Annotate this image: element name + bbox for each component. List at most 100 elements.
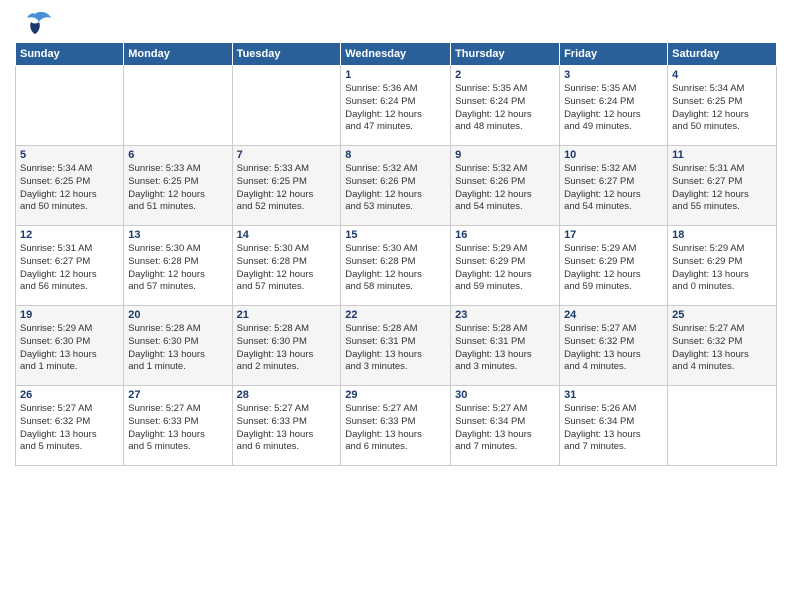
calendar-cell: 7Sunrise: 5:33 AM Sunset: 6:25 PM Daylig… [232,146,341,226]
calendar-cell: 16 Sunrise: 5:29 AM Sunset: 6:29 PM Dayli… [451,226,560,306]
day-info: Sunrise: 5:27 AM Sunset: 6:34 PM Dayligh… [455,403,555,454]
day-info: Sunrise: 5:36 AM Sunset: 6:24 PM Dayligh… [345,83,446,134]
day-number: 1 [345,69,446,81]
calendar-cell: 22Sunrise: 5:28 AM Sunset: 6:31 PM Dayli… [341,306,451,386]
calendar-cell: 18 Sunrise: 5:29 AM Sunset: 6:29 PM Dayli… [668,226,777,306]
day-info: Sunrise: 5:32 AM Sunset: 6:26 PM Dayligh… [345,163,446,214]
day-info: Sunrise: 5:34 AM Sunset: 6:25 PM Dayligh… [672,83,772,134]
day-number: 6 [128,149,227,161]
calendar-cell: 26 Sunrise: 5:27 AM Sunset: 6:32 PM Dayli… [16,386,124,466]
day-info: Sunrise: 5:27 AM Sunset: 6:33 PM Dayligh… [128,403,227,454]
day-number: 15 [345,229,446,241]
day-number: 19 [20,309,119,321]
day-number: 17 [564,229,663,241]
day-number: 25 [672,309,772,321]
day-number: 4 [672,69,772,81]
day-number: 13 [128,229,227,241]
calendar-cell: 14 Sunrise: 5:30 AM Sunset: 6:28 PM Dayli… [232,226,341,306]
day-number: 2 [455,69,555,81]
day-info: Sunrise: 5:27 AM Sunset: 6:33 PM Dayligh… [345,403,446,454]
calendar-cell: 24 Sunrise: 5:27 AM Sunset: 6:32 PM Dayli… [560,306,668,386]
day-number: 29 [345,389,446,401]
logo-bird-icon [19,10,51,38]
day-number: 18 [672,229,772,241]
calendar-cell: 21 Sunrise: 5:28 AM Sunset: 6:30 PM Dayli… [232,306,341,386]
calendar-cell: 19 Sunrise: 5:29 AM Sunset: 6:30 PM Dayli… [16,306,124,386]
day-info: Sunrise: 5:27 AM Sunset: 6:32 PM Dayligh… [20,403,119,454]
calendar-cell: 12Sunrise: 5:31 AM Sunset: 6:27 PM Dayli… [16,226,124,306]
weekday-header-monday: Monday [124,43,232,66]
calendar-cell: 1 Sunrise: 5:36 AM Sunset: 6:24 PM Daylig… [341,66,451,146]
weekday-header-tuesday: Tuesday [232,43,341,66]
calendar-cell: 3Sunrise: 5:35 AM Sunset: 6:24 PM Daylig… [560,66,668,146]
day-number: 31 [564,389,663,401]
day-info: Sunrise: 5:30 AM Sunset: 6:28 PM Dayligh… [128,243,227,294]
calendar-cell: 28 Sunrise: 5:27 AM Sunset: 6:33 PM Dayli… [232,386,341,466]
calendar-cell: 5 Sunrise: 5:34 AM Sunset: 6:25 PM Daylig… [16,146,124,226]
weekday-header-sunday: Sunday [16,43,124,66]
calendar-cell: 13 Sunrise: 5:30 AM Sunset: 6:28 PM Dayli… [124,226,232,306]
weekday-header-thursday: Thursday [451,43,560,66]
day-number: 28 [237,389,337,401]
header [15,10,777,38]
weekday-header-saturday: Saturday [668,43,777,66]
day-number: 5 [20,149,119,161]
calendar-cell: 31 Sunrise: 5:26 AM Sunset: 6:34 PM Dayli… [560,386,668,466]
day-number: 26 [20,389,119,401]
calendar-cell: 11 Sunrise: 5:31 AM Sunset: 6:27 PM Dayli… [668,146,777,226]
weekday-header-friday: Friday [560,43,668,66]
day-number: 10 [564,149,663,161]
day-number: 24 [564,309,663,321]
calendar-cell: 10 Sunrise: 5:32 AM Sunset: 6:27 PM Dayli… [560,146,668,226]
day-number: 21 [237,309,337,321]
day-number: 3 [564,69,663,81]
calendar-cell [668,386,777,466]
calendar-cell: 27 Sunrise: 5:27 AM Sunset: 6:33 PM Dayli… [124,386,232,466]
day-number: 27 [128,389,227,401]
calendar-cell: 23 Sunrise: 5:28 AM Sunset: 6:31 PM Dayli… [451,306,560,386]
day-info: Sunrise: 5:32 AM Sunset: 6:26 PM Dayligh… [455,163,555,214]
day-info: Sunrise: 5:29 AM Sunset: 6:29 PM Dayligh… [455,243,555,294]
page-container: SundayMondayTuesdayWednesdayThursdayFrid… [0,0,792,476]
calendar-cell [16,66,124,146]
day-number: 30 [455,389,555,401]
calendar-table: SundayMondayTuesdayWednesdayThursdayFrid… [15,42,777,466]
calendar-cell: 15 Sunrise: 5:30 AM Sunset: 6:28 PM Dayli… [341,226,451,306]
calendar-week-row: 19 Sunrise: 5:29 AM Sunset: 6:30 PM Dayli… [16,306,777,386]
day-number: 16 [455,229,555,241]
calendar-cell: 9 Sunrise: 5:32 AM Sunset: 6:26 PM Daylig… [451,146,560,226]
calendar-cell: 8 Sunrise: 5:32 AM Sunset: 6:26 PM Daylig… [341,146,451,226]
day-info: Sunrise: 5:26 AM Sunset: 6:34 PM Dayligh… [564,403,663,454]
calendar-cell: 2Sunrise: 5:35 AM Sunset: 6:24 PM Daylig… [451,66,560,146]
day-info: Sunrise: 5:31 AM Sunset: 6:27 PM Dayligh… [672,163,772,214]
day-info: Sunrise: 5:34 AM Sunset: 6:25 PM Dayligh… [20,163,119,214]
day-number: 8 [345,149,446,161]
calendar-cell: 6Sunrise: 5:33 AM Sunset: 6:25 PM Daylig… [124,146,232,226]
day-info: Sunrise: 5:28 AM Sunset: 6:30 PM Dayligh… [128,323,227,374]
day-info: Sunrise: 5:33 AM Sunset: 6:25 PM Dayligh… [237,163,337,214]
day-info: Sunrise: 5:30 AM Sunset: 6:28 PM Dayligh… [237,243,337,294]
calendar-cell: 30 Sunrise: 5:27 AM Sunset: 6:34 PM Dayli… [451,386,560,466]
day-info: Sunrise: 5:29 AM Sunset: 6:29 PM Dayligh… [672,243,772,294]
day-info: Sunrise: 5:28 AM Sunset: 6:31 PM Dayligh… [455,323,555,374]
day-info: Sunrise: 5:30 AM Sunset: 6:28 PM Dayligh… [345,243,446,294]
calendar-week-row: 26 Sunrise: 5:27 AM Sunset: 6:32 PM Dayli… [16,386,777,466]
calendar-week-row: 5 Sunrise: 5:34 AM Sunset: 6:25 PM Daylig… [16,146,777,226]
calendar-week-row: 1 Sunrise: 5:36 AM Sunset: 6:24 PM Daylig… [16,66,777,146]
day-info: Sunrise: 5:29 AM Sunset: 6:30 PM Dayligh… [20,323,119,374]
day-info: Sunrise: 5:27 AM Sunset: 6:32 PM Dayligh… [564,323,663,374]
calendar-cell: 17Sunrise: 5:29 AM Sunset: 6:29 PM Dayli… [560,226,668,306]
weekday-header-wednesday: Wednesday [341,43,451,66]
day-number: 9 [455,149,555,161]
calendar-cell [124,66,232,146]
day-number: 11 [672,149,772,161]
calendar-week-row: 12Sunrise: 5:31 AM Sunset: 6:27 PM Dayli… [16,226,777,306]
day-info: Sunrise: 5:32 AM Sunset: 6:27 PM Dayligh… [564,163,663,214]
calendar-cell: 25Sunrise: 5:27 AM Sunset: 6:32 PM Dayli… [668,306,777,386]
day-info: Sunrise: 5:28 AM Sunset: 6:31 PM Dayligh… [345,323,446,374]
day-info: Sunrise: 5:27 AM Sunset: 6:33 PM Dayligh… [237,403,337,454]
day-info: Sunrise: 5:28 AM Sunset: 6:30 PM Dayligh… [237,323,337,374]
day-number: 14 [237,229,337,241]
day-number: 20 [128,309,227,321]
day-number: 23 [455,309,555,321]
